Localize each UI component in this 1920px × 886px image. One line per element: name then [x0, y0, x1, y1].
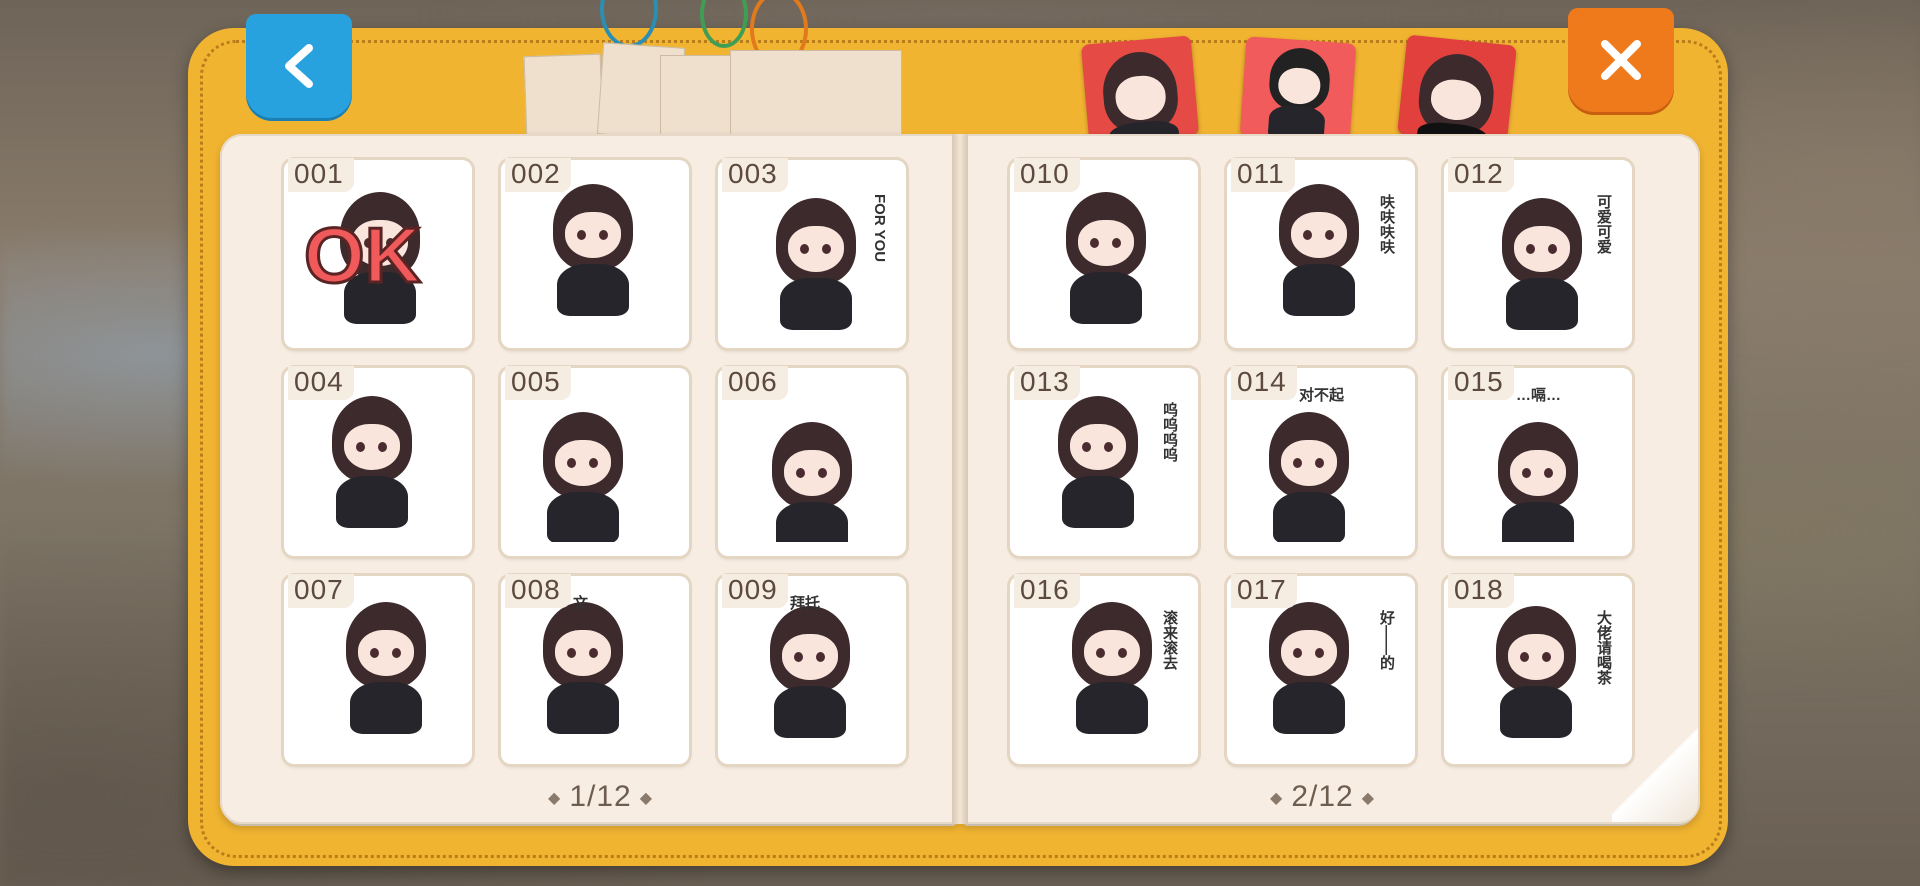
- chevron-left-icon: [285, 44, 313, 88]
- sticker-slot[interactable]: 呜呜呜呜 013: [1010, 366, 1198, 556]
- sticker-slot[interactable]: 006: [718, 366, 906, 556]
- sticker-image: [1022, 174, 1186, 334]
- sticker-image: 呋呋呋呋: [1239, 174, 1403, 334]
- book-spine: [952, 134, 968, 824]
- sticker-image: [513, 382, 677, 542]
- sticker-slot[interactable]: 好——的 017: [1227, 574, 1415, 764]
- sticker-caption: FOR YOU: [871, 194, 888, 263]
- sticker-slot[interactable]: 对不起 014: [1227, 366, 1415, 556]
- sticker-number: 011: [1231, 158, 1295, 192]
- sticker-slot[interactable]: 004: [284, 366, 472, 556]
- sticker-caption: 拜托: [790, 595, 821, 612]
- tab-sticker-pack-3[interactable]: [1397, 34, 1517, 146]
- sticker-slot[interactable]: …嗝… 015: [1444, 366, 1632, 556]
- sticker-caption: 呋呋呋呋: [1378, 194, 1395, 254]
- sticker-image: 拜托: [730, 590, 894, 750]
- sticker-slot[interactable]: 呋呋呋呋 011: [1227, 158, 1415, 348]
- sticker-number: 001: [288, 158, 354, 192]
- sticker-number: 014: [1231, 366, 1297, 400]
- sticker-number: 004: [288, 366, 354, 400]
- sticker-image: 呜呜呜呜: [1022, 382, 1186, 542]
- close-button[interactable]: [1568, 8, 1674, 112]
- left-page-number: 1/12: [569, 780, 632, 813]
- sticker-number: 010: [1014, 158, 1080, 192]
- sticker-slot[interactable]: 010: [1010, 158, 1198, 348]
- sticker-slot[interactable]: 滚来滚去 016: [1010, 574, 1198, 764]
- sticker-number: 009: [722, 574, 788, 608]
- tab-sticker-pack-2[interactable]: [1239, 36, 1357, 144]
- sticker-caption: 可爱可爱: [1595, 194, 1612, 254]
- close-icon: [1601, 40, 1641, 80]
- sticker-caption: 对不起: [1299, 387, 1345, 404]
- sticker-caption: 滚来滚去: [1161, 610, 1178, 670]
- sticker-number: 008: [505, 574, 571, 608]
- sticker-caption: …嗝…: [1516, 387, 1562, 404]
- sticker-slot[interactable]: OK 001: [284, 158, 472, 348]
- sticker-number: 003: [722, 158, 788, 192]
- sticker-image: OK: [296, 174, 460, 334]
- sticker-caption: 文: [573, 595, 589, 612]
- sticker-slot[interactable]: 002: [501, 158, 689, 348]
- tab-sticker-pack-1[interactable]: [1080, 35, 1200, 145]
- sticker-number: 007: [288, 574, 354, 608]
- sticker-image: [296, 382, 460, 542]
- sticker-number: 018: [1448, 574, 1514, 608]
- sticker-slot[interactable]: 文 008: [501, 574, 689, 764]
- sticker-number: 016: [1014, 574, 1080, 608]
- sticker-image: [730, 382, 894, 542]
- sticker-image: 大佬请喝茶: [1456, 590, 1620, 750]
- sticker-image: 滚来滚去: [1022, 590, 1186, 750]
- sticker-image: 好——的: [1239, 590, 1403, 750]
- sticker-image: 文: [513, 590, 677, 750]
- sticker-number: 017: [1231, 574, 1297, 608]
- sticker-slot[interactable]: 大佬请喝茶 018: [1444, 574, 1632, 764]
- sticker-number: 013: [1014, 366, 1080, 400]
- sticker-slot[interactable]: 007: [284, 574, 472, 764]
- sticker-image: 对不起: [1239, 382, 1403, 542]
- back-button[interactable]: [246, 14, 352, 118]
- sticker-caption: 好——的: [1378, 610, 1395, 670]
- sticker-number: 012: [1448, 158, 1514, 192]
- right-page-number: 2/12: [1291, 780, 1354, 813]
- sticker-slot[interactable]: 可爱可爱 012: [1444, 158, 1632, 348]
- sticker-number: 002: [505, 158, 571, 192]
- sticker-image: [513, 174, 677, 334]
- left-page-indicator: ◆ 1/12 ◆: [548, 780, 654, 813]
- sticker-number: 006: [722, 366, 788, 400]
- sticker-slot[interactable]: 拜托 009: [718, 574, 906, 764]
- sticker-image: [296, 590, 460, 750]
- sticker-caption: OK: [303, 210, 423, 301]
- sticker-image: FOR YOU: [730, 174, 894, 334]
- sticker-slot[interactable]: FOR YOU 003: [718, 158, 906, 348]
- sticker-slot[interactable]: 005: [501, 366, 689, 556]
- sticker-image: 可爱可爱: [1456, 174, 1620, 334]
- sticker-caption: 呜呜呜呜: [1161, 402, 1178, 462]
- right-page-indicator: ◆ 2/12 ◆: [1270, 780, 1376, 813]
- sticker-image: …嗝…: [1456, 382, 1620, 542]
- sticker-number: 005: [505, 366, 571, 400]
- sticker-number: 015: [1448, 366, 1514, 400]
- sticker-caption: 大佬请喝茶: [1595, 610, 1612, 685]
